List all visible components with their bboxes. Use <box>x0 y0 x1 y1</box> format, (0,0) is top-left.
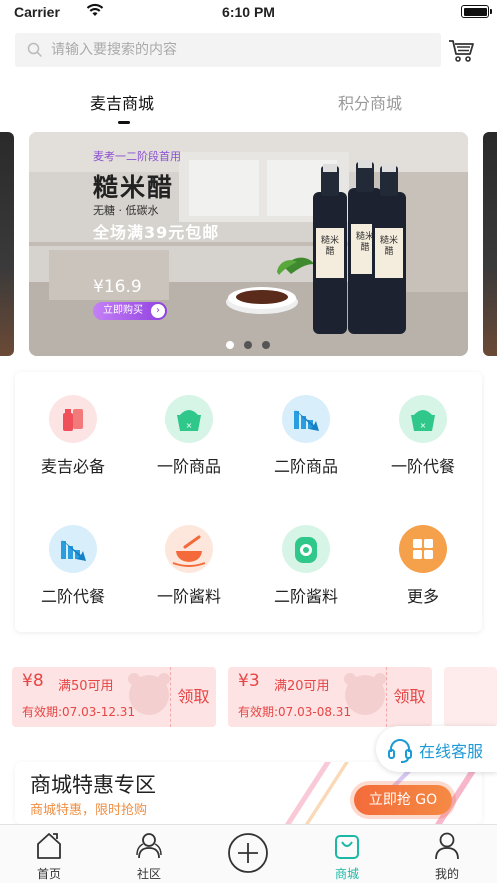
bottle-label-left: 糙米醋 <box>320 236 339 257</box>
category-label: 一阶代餐 <box>390 457 455 476</box>
search-input[interactable] <box>51 33 431 67</box>
nav-home[interactable]: 首页 <box>9 825 89 883</box>
banner-price: ¥16.9 <box>93 277 142 297</box>
carousel-dot-3[interactable] <box>262 341 270 349</box>
nav-label: 首页 <box>36 867 61 881</box>
banner-subtitle: 无糖 · 低碳水 <box>93 204 159 217</box>
mascot-watermark-icon <box>124 671 174 727</box>
status-bar: Carrier 6:10 PM <box>0 0 497 24</box>
buy-now-label: 立即购买 <box>103 305 143 316</box>
nav-label: 社区 <box>136 867 161 881</box>
category-grid: 麦吉必备 × 一阶商品 二阶商品 × 一阶代餐 二阶代餐 一阶酱料 二阶酱料 更… <box>15 372 482 632</box>
bottom-nav: 首页 社区 商城 我的 <box>0 824 497 883</box>
nav-profile[interactable]: 我的 <box>407 825 487 883</box>
category-label: 二阶商品 <box>273 457 338 476</box>
coupon-validity: 有效期:07.03-08.31 <box>238 705 352 719</box>
essentials-icon <box>49 395 97 443</box>
trend-down-icon <box>282 395 330 443</box>
svg-text:×: × <box>186 421 193 430</box>
chevron-right-icon: › <box>151 304 165 318</box>
coupon-validity: 有效期:07.03-12.31 <box>22 705 136 719</box>
bottle-label-middle: 糙米醋 <box>355 232 374 253</box>
kitchen-background <box>29 132 468 356</box>
online-support-button[interactable]: 在线客服 <box>376 726 497 772</box>
category-label: 更多 <box>406 587 439 606</box>
sauce-bottle-icon <box>282 525 330 573</box>
sauce-bowl-icon <box>165 525 213 573</box>
community-icon <box>135 831 163 865</box>
buy-now-button[interactable]: 立即购买 › <box>93 302 167 320</box>
category-label: 二阶代餐 <box>40 587 105 606</box>
nav-mall[interactable]: 商城 <box>307 825 387 883</box>
claim-coupon-button[interactable]: 领取 <box>170 667 216 727</box>
home-icon <box>35 831 63 865</box>
carousel-dot-1[interactable] <box>226 341 234 349</box>
promo-banner[interactable]: 麦考一二阶段首用 糙米醋 无糖 · 低碳水 全场满39元包邮 ¥16.9 立即购… <box>29 132 468 356</box>
coupon-amount: ¥8 <box>22 671 44 691</box>
special-zone-subtitle: 商城特惠，限时抢购 <box>30 803 148 818</box>
category-label: 一阶酱料 <box>156 587 221 606</box>
nav-create[interactable] <box>208 825 288 883</box>
grab-now-button[interactable]: 立即抢 GO <box>354 785 452 815</box>
tab-mall[interactable]: 麦吉商城 <box>90 90 154 114</box>
svg-text:×: × <box>420 421 427 430</box>
tab-points-mall[interactable]: 积分商城 <box>338 90 402 114</box>
banner-next-peek[interactable] <box>483 132 497 356</box>
plus-icon <box>227 832 269 878</box>
coupon-condition: 满20可用 <box>274 679 330 694</box>
trend-down-icon <box>49 525 97 573</box>
carousel-dot-2[interactable] <box>244 341 252 349</box>
pot-icon: × <box>399 395 447 443</box>
shopping-cart-icon[interactable] <box>447 38 475 68</box>
active-tab-indicator <box>118 121 130 124</box>
coupon-amount: ¥3 <box>238 671 260 691</box>
profile-icon <box>433 831 461 865</box>
banner-tag: 麦考一二阶段首用 <box>93 150 181 163</box>
nav-community[interactable]: 社区 <box>109 825 189 883</box>
banner-prev-peek[interactable] <box>0 132 14 356</box>
mascot-watermark-icon <box>340 671 390 727</box>
online-support-label: 在线客服 <box>419 742 484 761</box>
battery-icon <box>461 5 492 18</box>
category-label: 麦吉必备 <box>40 457 105 476</box>
coupon-card: ¥3 满20可用 有效期:07.03-08.31 领取 <box>228 667 432 727</box>
grid-more-icon <box>399 525 447 573</box>
bottle-label-right: 糙米醋 <box>379 236 398 257</box>
coupon-condition: 满50可用 <box>58 679 114 694</box>
banner-title: 糙米醋 <box>93 173 175 202</box>
category-label: 二阶酱料 <box>273 587 338 606</box>
nav-label: 我的 <box>434 867 459 881</box>
shopping-bag-icon <box>333 831 361 865</box>
coupon-card: ¥8 满50可用 有效期:07.03-12.31 领取 <box>12 667 216 727</box>
clock: 6:10 PM <box>222 4 275 20</box>
nav-label: 商城 <box>334 867 359 881</box>
search-bar[interactable] <box>15 33 441 67</box>
coupon-card-peek[interactable] <box>444 667 497 727</box>
search-icon <box>27 42 43 62</box>
headset-icon <box>386 736 414 768</box>
special-zone-title: 商城特惠专区 <box>30 773 156 797</box>
banner-promo: 全场满39元包邮 <box>93 223 220 242</box>
claim-coupon-button[interactable]: 领取 <box>386 667 432 727</box>
pot-icon: × <box>165 395 213 443</box>
category-label: 一阶商品 <box>156 457 221 476</box>
